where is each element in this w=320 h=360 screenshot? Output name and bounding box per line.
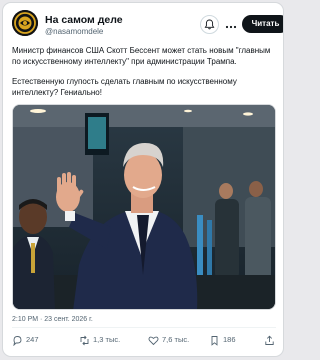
repost-icon [80,335,89,346]
reply-icon [13,336,22,346]
tweet-timestamp[interactable]: 2:10 PM · 23 сент. 2026 г. [12,316,93,323]
tweet-paragraph-2: Естественную глупость сделать главным по… [12,77,237,97]
tweet-header: На самом деле @nasamomdele Читать [12,10,283,38]
follow-button[interactable]: Читать [242,15,283,33]
more-button[interactable] [224,19,238,29]
avatar-logo-icon [12,10,38,36]
avatar[interactable] [12,10,38,36]
share-button[interactable] [264,333,276,347]
bookmark-icon [211,336,218,346]
more-icon [225,25,237,29]
heart-icon [148,336,159,346]
tweet-text: Министр финансов США Скотт Бессент может… [12,46,278,108]
photo-image [13,105,275,309]
share-icon [265,335,274,345]
notifications-button[interactable] [200,15,219,34]
repost-count: 1,3 тыс. [93,335,121,344]
divider [12,327,276,328]
author-name[interactable]: На самом деле [45,14,123,26]
author-handle[interactable]: @nasamomdele [45,27,103,36]
bell-icon [204,19,215,30]
tweet-card: На самом деле @nasamomdele Читать Минист… [2,2,284,357]
bookmark-count: 186 [223,335,236,344]
tweet-actions: 247 1,3 тыс. 7,6 тыс. 186 [12,333,276,347]
tweet-paragraph-1: Министр финансов США Скотт Бессент может… [12,46,271,66]
reply-count: 247 [26,335,39,344]
like-count: 7,6 тыс. [162,335,190,344]
tweet-photo[interactable] [12,104,276,310]
